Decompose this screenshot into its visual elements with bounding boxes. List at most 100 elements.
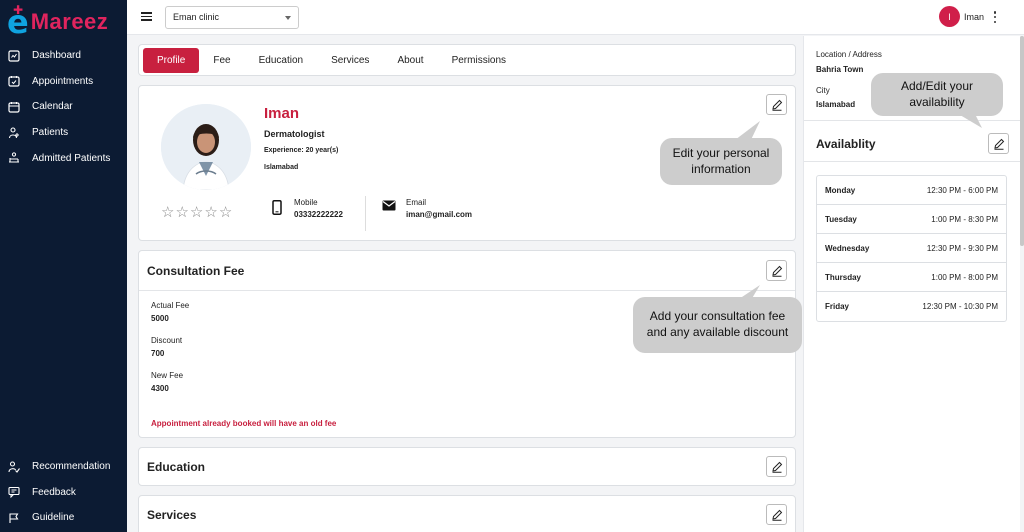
email-value: iman@gmail.com <box>406 210 473 219</box>
sidebar-item-calendar[interactable]: Calendar <box>0 94 127 120</box>
sidebar-item-patients[interactable]: Patients <box>0 120 127 146</box>
sidebar-item-feedback[interactable]: Feedback <box>0 480 127 506</box>
sidebar-item-recommendation[interactable]: Recommendation <box>0 454 127 480</box>
dashboard-icon <box>8 50 20 62</box>
sidebar-item-label: Calendar <box>32 101 73 113</box>
availability-time: 12:30 PM - 10:30 PM <box>922 302 998 311</box>
caret-down-icon <box>285 16 291 20</box>
edit-education-button[interactable] <box>766 456 787 477</box>
appointments-icon <box>8 75 20 87</box>
tab-about[interactable]: About <box>383 49 437 72</box>
availability-table: Monday 12:30 PM - 6:00 PM Tuesday 1:00 P… <box>816 175 1007 322</box>
doctor-name: Iman <box>264 105 300 122</box>
star-icon: ☆ <box>175 204 189 221</box>
tooltip-text: and any available discount <box>646 325 789 339</box>
actual-fee-label: Actual Fee <box>151 301 190 310</box>
tooltip-consultation-fee: Add your consultation fee and any availab… <box>633 297 802 353</box>
availability-day: Wednesday <box>825 243 870 253</box>
top-bar: Eman clinic I Iman <box>127 0 1024 35</box>
availability-day: Friday <box>825 302 850 311</box>
app-logo[interactable]: ✚ e Mareez <box>7 3 108 41</box>
flag-icon <box>8 512 20 524</box>
recommendation-icon <box>8 461 20 473</box>
sidebar-item-label: Feedback <box>32 486 76 498</box>
fee-title: Consultation Fee <box>147 264 245 278</box>
more-vert-icon[interactable] <box>993 11 997 23</box>
fee-header: Consultation Fee <box>139 251 795 291</box>
tooltip-availability: Add/Edit your availability <box>871 73 1003 116</box>
sidebar-item-label: Admitted Patients <box>32 152 111 164</box>
availability-time: 12:30 PM - 9:30 PM <box>926 243 998 253</box>
education-title: Education <box>147 460 206 474</box>
edit-services-button[interactable] <box>766 504 787 525</box>
doctor-specialty: Dermatologist <box>264 129 325 139</box>
contact-divider <box>365 196 366 231</box>
tooltip-text: information <box>691 161 751 176</box>
actual-fee-value: 5000 <box>151 314 169 323</box>
tab-education[interactable]: Education <box>245 49 317 72</box>
tab-fee[interactable]: Fee <box>199 49 244 72</box>
city-label: City <box>816 86 830 95</box>
user-name[interactable]: Iman <box>964 12 984 22</box>
scrollbar[interactable] <box>1020 36 1024 246</box>
services-card: Services <box>138 495 796 532</box>
divider <box>804 161 1020 162</box>
doctor-experience: Experience: 20 year(s) <box>264 147 339 154</box>
education-card: Education <box>138 447 796 486</box>
mobile-value: 03332222222 <box>294 210 343 219</box>
sidebar-item-label: Guideline <box>32 512 75 524</box>
sidebar-item-guideline[interactable]: Guideline <box>0 505 127 531</box>
sidebar-item-label: Dashboard <box>32 50 81 62</box>
pencil-icon <box>771 99 782 111</box>
availability-title: Availablity <box>816 137 876 151</box>
availability-day: Thursday <box>825 272 862 282</box>
pencil-icon <box>993 138 1004 150</box>
profile-photo <box>161 104 251 190</box>
clinic-select[interactable]: Eman clinic <box>165 6 299 29</box>
pencil-icon <box>771 265 782 277</box>
tab-permissions[interactable]: Permissions <box>438 49 520 72</box>
admitted-icon <box>8 152 20 164</box>
phone-icon <box>270 198 284 219</box>
sidebar-item-dashboard[interactable]: Dashboard <box>0 43 127 69</box>
sidebar-item-label: Patients <box>32 127 69 139</box>
sidebar-item-admitted-patients[interactable]: Admitted Patients <box>0 145 127 171</box>
table-row: Tuesday 1:00 PM - 8:30 PM <box>817 205 1006 234</box>
tooltip-text: Add/Edit your <box>900 78 974 93</box>
tooltip-text: Add your consultation fee <box>649 309 786 324</box>
discount-value: 700 <box>151 349 165 358</box>
clinic-select-value: Eman clinic <box>173 12 220 22</box>
table-row: Monday 12:30 PM - 6:00 PM <box>817 176 1006 205</box>
sidebar-item-appointments[interactable]: Appointments <box>0 69 127 95</box>
table-row: Thursday 1:00 PM - 8:00 PM <box>817 263 1006 292</box>
tab-services[interactable]: Services <box>317 49 383 72</box>
sidebar-nav-top: Dashboard Appointments Calendar Patients… <box>0 43 127 171</box>
divider <box>804 120 1020 121</box>
doctor-city: Islamabad <box>264 164 299 171</box>
sidebar-item-label: Appointments <box>32 75 94 87</box>
edit-fee-button[interactable] <box>766 260 787 281</box>
pencil-icon <box>771 509 782 521</box>
avatar[interactable]: I <box>939 6 960 27</box>
sidebar: ✚ e Mareez Dashboard Appointments Calenda… <box>0 0 127 532</box>
table-row: Friday 12:30 PM - 10:30 PM <box>817 292 1006 321</box>
menu-icon[interactable] <box>141 12 152 21</box>
new-fee-value: 4300 <box>151 384 169 393</box>
mobile-contact: Mobile 03332222222 <box>270 198 343 219</box>
mobile-label: Mobile <box>294 198 318 207</box>
edit-availability-button[interactable] <box>988 133 1009 154</box>
sidebar-nav-bottom: Recommendation Feedback Guideline <box>0 454 127 531</box>
logo-letter: ✚ e <box>7 3 29 41</box>
edit-profile-button[interactable] <box>766 94 787 115</box>
city-value: Islamabad <box>816 100 856 109</box>
services-title: Services <box>147 508 197 522</box>
availability-day: Monday <box>825 185 856 195</box>
availability-time: 12:30 PM - 6:00 PM <box>926 185 998 195</box>
rating-stars: ☆ ☆ ☆ ☆ ☆ <box>161 203 232 221</box>
star-icon: ☆ <box>204 204 218 221</box>
email-contact: Email iman@gmail.com <box>382 198 472 219</box>
tab-profile[interactable]: Profile <box>143 47 200 73</box>
tooltip-edit-personal: Edit your personal information <box>660 138 782 185</box>
sidebar-item-label: Recommendation <box>32 461 111 473</box>
tooltip-text: availability <box>909 94 965 109</box>
